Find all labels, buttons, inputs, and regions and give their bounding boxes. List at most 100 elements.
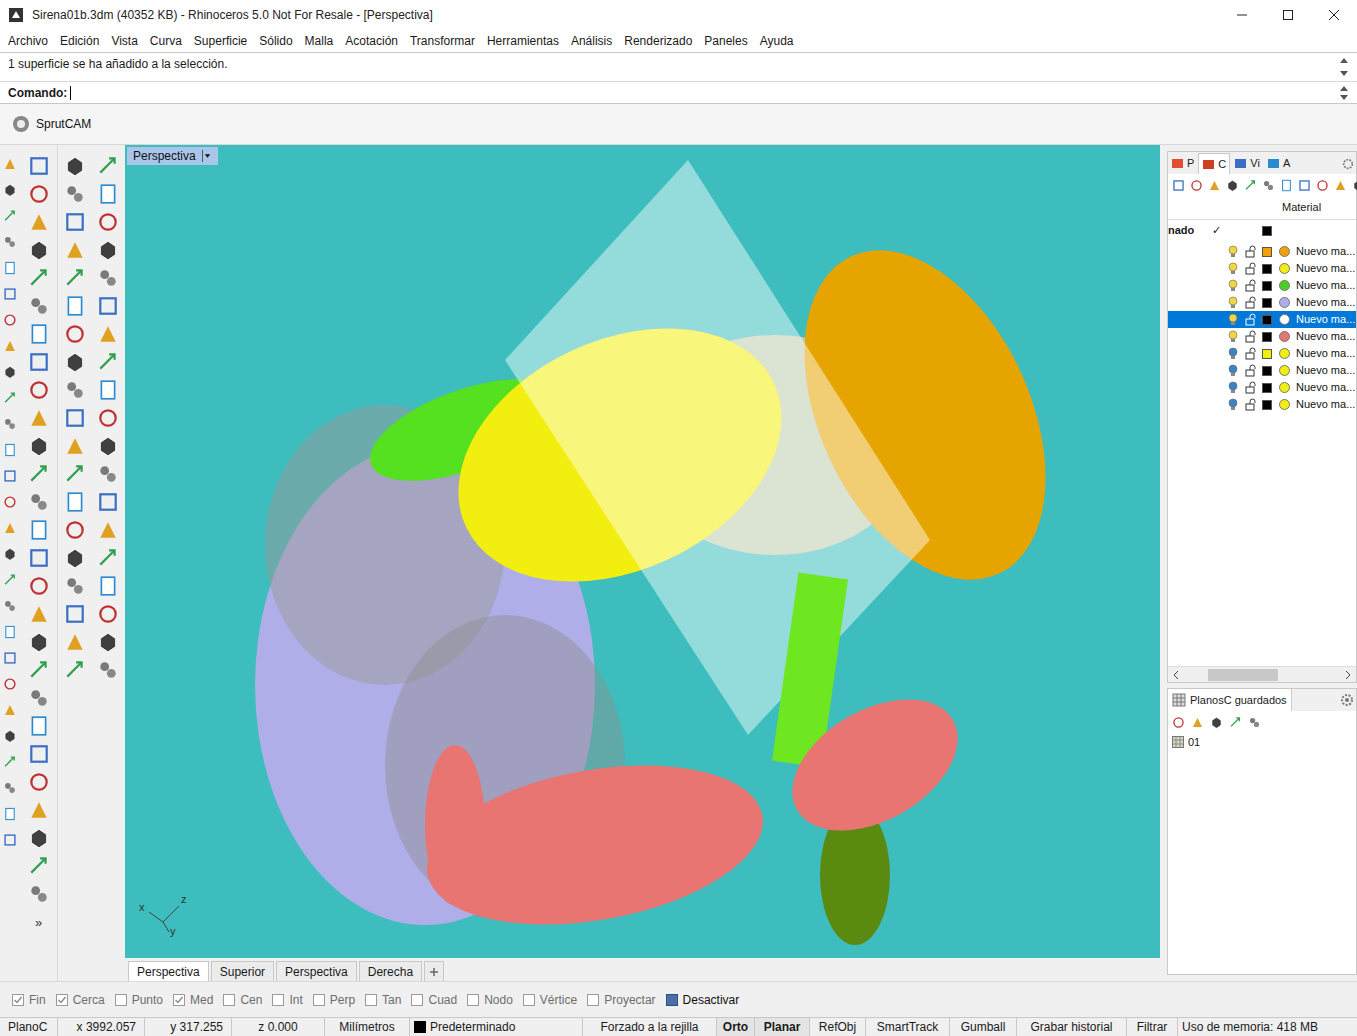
menu-item[interactable]: Vista [107,32,141,50]
checkbox[interactable] [587,994,599,1006]
command-prompt[interactable]: Comando: [0,82,1357,103]
tool-icon[interactable] [64,351,86,373]
more-button[interactable]: » [35,913,42,933]
tool-icon[interactable] [3,599,17,613]
osnap-option[interactable]: Perp [313,991,355,1009]
bulb-icon[interactable] [1228,279,1245,293]
layer-color[interactable] [1262,383,1279,393]
layer-color[interactable] [1262,247,1279,257]
tool-icon[interactable] [1208,179,1221,192]
menu-item[interactable]: Edición [56,32,103,50]
tool-icon[interactable] [64,323,86,345]
tool-icon[interactable] [28,463,50,485]
bulb-icon[interactable] [1228,347,1245,361]
osnap-option[interactable]: Cerca [56,991,105,1009]
layer-color[interactable] [1262,226,1279,236]
tool-icon[interactable] [97,519,119,541]
scroll-thumb[interactable] [1208,669,1278,681]
tool-icon[interactable] [3,755,17,769]
tool-icon[interactable] [28,603,50,625]
checkbox[interactable] [56,994,68,1006]
tool-icon[interactable] [64,379,86,401]
viewport-tab[interactable]: Derecha [359,961,422,981]
tool-icon[interactable] [64,407,86,429]
tool-icon[interactable] [97,491,119,513]
menu-item[interactable]: Superficie [190,32,251,50]
tool-icon[interactable] [97,267,119,289]
checkbox[interactable] [272,994,284,1006]
layer-material[interactable] [1279,331,1296,342]
tool-icon[interactable] [3,521,17,535]
layer-color[interactable] [1262,281,1279,291]
gear-icon[interactable] [1340,693,1354,707]
bulb-icon[interactable] [1228,313,1245,327]
tool-icon[interactable] [28,435,50,457]
scroll-right-icon[interactable] [1340,667,1356,683]
tool-icon[interactable] [28,631,50,653]
tool-icon[interactable] [28,743,50,765]
tool-icon[interactable] [97,239,119,261]
tool-icon[interactable] [28,351,50,373]
layer-material[interactable] [1279,314,1296,325]
status-toggle[interactable]: Orto [717,1018,755,1036]
osnap-option[interactable]: Nodo [467,991,513,1009]
tool-icon[interactable] [28,883,50,905]
status-toggle[interactable]: SmartTrack [866,1018,950,1036]
bulb-icon[interactable] [1228,398,1245,412]
panel-tab[interactable]: A [1264,153,1293,174]
tool-icon[interactable] [3,209,17,223]
bulb-icon[interactable] [1228,262,1245,276]
tool-icon[interactable] [64,267,86,289]
lock-icon[interactable] [1245,381,1262,395]
layer-row[interactable]: Nuevo ma... [1168,277,1356,294]
tool-icon[interactable] [1280,179,1293,192]
layer-row[interactable]: Nuevo ma... [1168,311,1356,328]
tool-icon[interactable] [3,469,17,483]
tool-icon[interactable] [1298,179,1311,192]
tool-icon[interactable] [97,603,119,625]
menu-item[interactable]: Renderizado [620,32,696,50]
tool-icon[interactable] [3,391,17,405]
tool-icon[interactable] [28,183,50,205]
lock-icon[interactable] [1245,279,1262,293]
osnap-option[interactable]: Fin [12,991,46,1009]
tool-icon[interactable] [97,435,119,457]
tool-icon[interactable] [64,547,86,569]
tool-icon[interactable] [3,365,17,379]
tool-icon[interactable] [97,547,119,569]
osnap-option[interactable]: Punto [115,991,163,1009]
tool-icon[interactable] [3,677,17,691]
layer-color[interactable] [1262,264,1279,274]
layer-row[interactable]: Nuevo ma... [1168,362,1356,379]
menu-item[interactable]: Análisis [567,32,616,50]
tool-icon[interactable] [28,715,50,737]
tool-icon[interactable] [97,659,119,681]
tool-icon[interactable] [1248,716,1261,729]
checkbox[interactable] [173,994,185,1006]
lock-icon[interactable] [1245,347,1262,361]
tool-icon[interactable] [97,407,119,429]
tool-icon[interactable] [97,351,119,373]
tool-icon[interactable] [3,495,17,509]
layer-row[interactable]: Nuevo ma... [1168,328,1356,345]
tool-icon[interactable] [97,575,119,597]
layer-material[interactable] [1279,297,1296,308]
tool-icon[interactable] [1262,179,1275,192]
lock-icon[interactable] [1245,330,1262,344]
coord-cell[interactable]: z 0.000 [232,1018,325,1036]
tool-icon[interactable] [28,155,50,177]
tool-icon[interactable] [64,631,86,653]
tool-icon[interactable] [64,491,86,513]
cplane-cell[interactable]: PlanoC [0,1018,58,1036]
lock-icon[interactable] [1245,296,1262,310]
tool-icon[interactable] [3,625,17,639]
tool-icon[interactable] [97,155,119,177]
close-icon[interactable] [1311,0,1357,30]
viewport-tab[interactable]: Perspectiva [128,961,209,981]
tool-icon[interactable] [97,295,119,317]
status-toggle[interactable]: Filtrar [1127,1018,1178,1036]
units-cell[interactable]: Milímetros [325,1018,410,1036]
tool-icon[interactable] [64,659,86,681]
osnap-option[interactable]: Cen [223,991,262,1009]
tool-icon[interactable] [1172,716,1185,729]
